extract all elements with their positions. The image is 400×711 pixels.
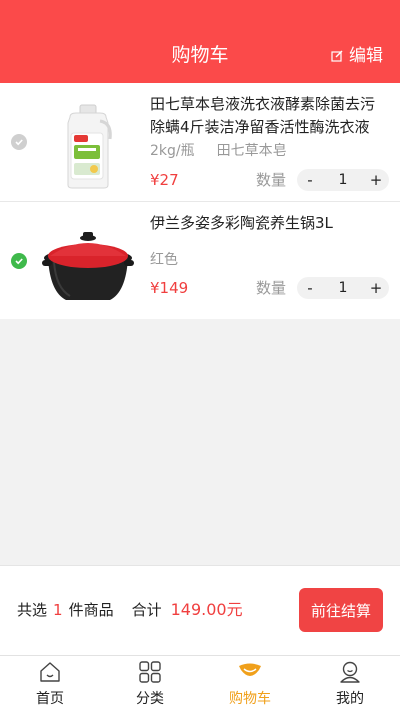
tab-label: 首页 bbox=[36, 691, 64, 707]
tab-home[interactable]: 首页 bbox=[0, 656, 100, 711]
brand-text: 田七草本皂 bbox=[216, 143, 287, 159]
select-checkbox[interactable] bbox=[11, 253, 27, 269]
spec-text: 红色 bbox=[150, 252, 178, 268]
product-spec: 红色 bbox=[150, 250, 178, 270]
product-spec: 2kg/瓶 田七草本皂 bbox=[150, 141, 287, 161]
header-bar: 购物车 编辑 bbox=[0, 0, 400, 83]
product-name[interactable]: 伊兰多姿多彩陶瓷养生锅3L bbox=[150, 212, 388, 235]
increase-button[interactable]: + bbox=[369, 277, 383, 299]
quantity-value[interactable]: 1 bbox=[339, 277, 348, 299]
tab-label: 分类 bbox=[136, 691, 164, 707]
checkout-button[interactable]: 前往结算 bbox=[299, 588, 383, 632]
cart-icon bbox=[238, 660, 262, 684]
product-image-ceramic-pot[interactable] bbox=[40, 212, 136, 308]
spec-text: 2kg/瓶 bbox=[150, 143, 195, 159]
cart-item[interactable]: 伊兰多姿多彩陶瓷养生锅3L 红色 ¥149 数量 - 1 + bbox=[0, 201, 400, 319]
tab-profile[interactable]: 我的 bbox=[300, 656, 400, 711]
cart-list: 田七草本皂液洗衣液酵素除菌去污除螨4斤装洁净留香活性酶洗衣液 2kg/瓶 田七草本… bbox=[0, 83, 400, 319]
selected-count: 1 bbox=[53, 601, 63, 619]
home-icon bbox=[38, 660, 62, 684]
total-label: 合计 bbox=[131, 601, 162, 619]
tab-cart[interactable]: 购物车 bbox=[200, 656, 300, 711]
quantity-value[interactable]: 1 bbox=[339, 169, 348, 191]
decrease-button[interactable]: - bbox=[303, 169, 317, 191]
product-price: ¥27 bbox=[150, 171, 179, 189]
checkout-summary-bar: 共选 1 件商品 合计 149.00元 前往结算 bbox=[0, 565, 400, 655]
total-value: 149.00元 bbox=[170, 600, 243, 619]
selected-suffix: 件商品 bbox=[68, 601, 114, 619]
quantity-stepper: - 1 + bbox=[297, 277, 389, 299]
tab-label: 我的 bbox=[336, 691, 364, 707]
quantity-label: 数量 bbox=[256, 171, 287, 189]
quantity-label: 数量 bbox=[256, 279, 287, 297]
product-price: ¥149 bbox=[150, 279, 189, 297]
product-image-detergent[interactable] bbox=[40, 93, 136, 189]
tab-label: 购物车 bbox=[229, 691, 271, 707]
select-checkbox[interactable] bbox=[11, 134, 27, 150]
selected-prefix: 共选 bbox=[17, 601, 48, 619]
increase-button[interactable]: + bbox=[369, 169, 383, 191]
bottom-tab-bar: 首页 分类 购物车 我的 bbox=[0, 655, 400, 711]
cart-item[interactable]: 田七草本皂液洗衣液酵素除菌去污除螨4斤装洁净留香活性酶洗衣液 2kg/瓶 田七草本… bbox=[0, 83, 400, 201]
tab-category[interactable]: 分类 bbox=[100, 656, 200, 711]
check-icon bbox=[15, 139, 23, 146]
category-icon bbox=[138, 660, 162, 684]
profile-icon bbox=[338, 660, 362, 684]
edit-button[interactable]: 编辑 bbox=[331, 43, 383, 69]
edit-label: 编辑 bbox=[349, 46, 383, 66]
summary-text: 共选 1 件商品 合计 149.00元 bbox=[17, 599, 243, 621]
check-icon bbox=[15, 258, 23, 265]
edit-icon bbox=[331, 50, 343, 62]
quantity-stepper: - 1 + bbox=[297, 169, 389, 191]
product-name[interactable]: 田七草本皂液洗衣液酵素除菌去污除螨4斤装洁净留香活性酶洗衣液 bbox=[150, 93, 388, 139]
decrease-button[interactable]: - bbox=[303, 277, 317, 299]
